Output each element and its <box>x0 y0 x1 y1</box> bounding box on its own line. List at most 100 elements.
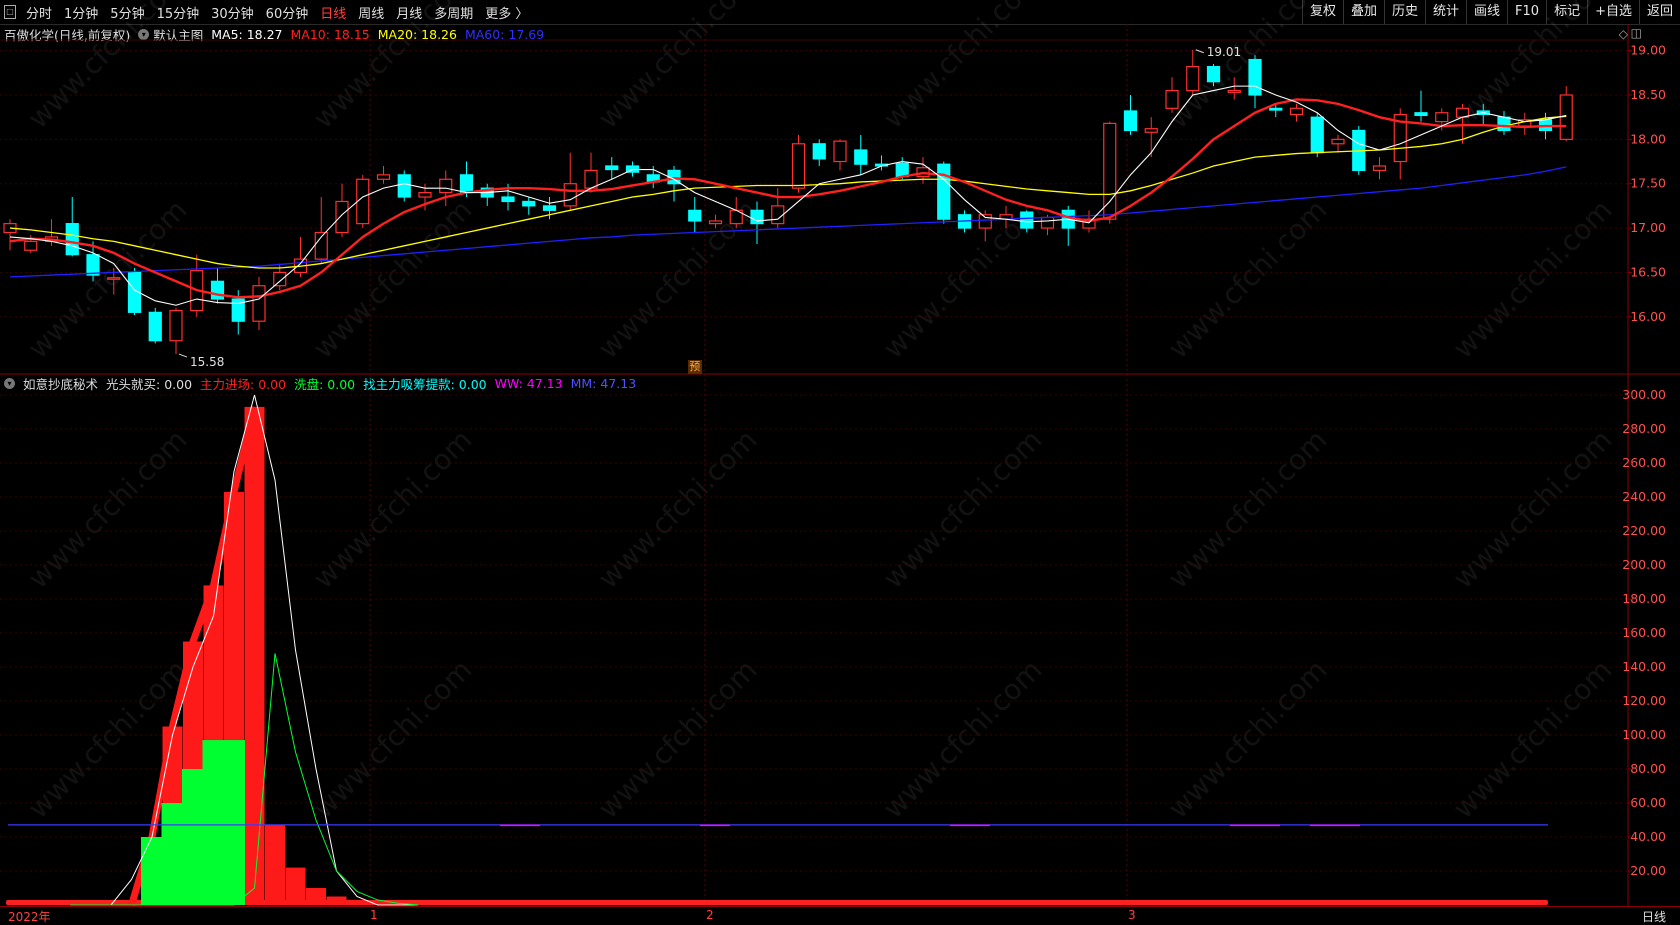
candle-body <box>1289 107 1304 116</box>
low-marker <box>178 353 188 358</box>
red-bar <box>306 888 326 905</box>
sub-tick-label: 20.00 <box>1630 863 1666 878</box>
candle-body <box>1186 66 1200 92</box>
green-bar <box>202 740 225 905</box>
sub-tick-label: 60.00 <box>1630 795 1666 810</box>
candle-body <box>1123 110 1138 132</box>
watermark-text: www.cfchi.com <box>877 653 1049 825</box>
candle-body <box>1372 165 1387 172</box>
candle-body <box>1331 138 1345 145</box>
watermark-text: www.cfchi.com <box>307 0 479 135</box>
red-bar <box>326 896 347 905</box>
watermark-text: www.cfchi.com <box>1162 193 1334 365</box>
red-bar <box>347 899 367 905</box>
watermark-text: www.cfchi.com <box>877 423 1049 595</box>
period-indicator[interactable]: 日线 <box>1642 908 1666 925</box>
candle-body <box>584 169 598 189</box>
candle-body <box>252 285 266 322</box>
axes-layer: 19.0018.5018.0017.5017.0016.5016.00300.0… <box>1622 43 1666 878</box>
candle-body <box>335 200 349 234</box>
price-tick-label: 18.00 <box>1630 131 1666 146</box>
candle-body <box>688 209 702 222</box>
watermark-text: www.cfchi.com <box>1447 653 1619 825</box>
watermark-text: www.cfchi.com <box>22 423 194 595</box>
watermark-text: www.cfchi.com <box>307 653 479 825</box>
watermark-text: www.cfchi.com <box>307 423 479 595</box>
candle-body <box>937 163 951 220</box>
candle-body <box>854 149 868 165</box>
red-bar <box>285 867 306 905</box>
candle-body <box>356 178 370 225</box>
candle-body <box>65 223 79 256</box>
price-tick-label: 17.00 <box>1630 220 1666 235</box>
candle-body <box>273 271 287 287</box>
candle-body <box>771 205 785 225</box>
candle-body <box>605 165 619 171</box>
candle-body <box>542 205 557 211</box>
candle-body <box>833 140 847 163</box>
candle-body <box>1414 112 1428 117</box>
high-label: 19.01 <box>1207 45 1241 59</box>
watermark-text: www.cfchi.com <box>1447 193 1619 365</box>
candle-body <box>1269 107 1283 111</box>
x-label-month: 2 <box>706 908 714 922</box>
green-bar <box>161 803 184 905</box>
candle-body <box>1310 116 1324 154</box>
watermark-text: www.cfchi.com <box>1447 423 1619 595</box>
candle-body <box>501 196 515 203</box>
watermark-text: www.cfchi.com <box>592 0 764 135</box>
price-tick-label: 16.50 <box>1630 264 1666 279</box>
sub-tick-label: 40.00 <box>1630 829 1666 844</box>
candle-body <box>107 277 121 280</box>
candle-body <box>1040 216 1055 229</box>
candle-body <box>563 183 577 207</box>
candle-body <box>210 280 225 300</box>
candle-body <box>418 191 432 198</box>
stock-chart[interactable]: www.cfchi.com www.cfchi.com www.cfchi.com w… <box>0 0 1680 923</box>
watermark-text: www.cfchi.com <box>592 423 764 595</box>
watermark-text: www.cfchi.com <box>22 0 194 135</box>
x-label-year: 2022年 <box>8 910 51 924</box>
price-tick-label: 17.50 <box>1630 176 1666 191</box>
watermark-text: www.cfchi.com <box>1162 423 1334 595</box>
candle-body <box>397 174 411 198</box>
watermark-text: www.cfchi.com <box>592 653 764 825</box>
candle-body <box>1248 58 1262 96</box>
sub-indicator-layer <box>6 394 1548 907</box>
candle-body <box>750 209 764 225</box>
candle-body <box>86 254 100 276</box>
candles-layer <box>3 49 1573 355</box>
low-label: 15.58 <box>190 355 224 369</box>
candle-body <box>1165 89 1179 109</box>
candle-body <box>376 174 391 180</box>
x-label-month: 3 <box>1128 908 1136 922</box>
time-axis-bar: 2022年 1 2 3 日线 <box>0 906 1680 924</box>
candle-body <box>895 162 909 178</box>
ma-lines-layer <box>9 85 1567 306</box>
candle-body <box>1020 211 1034 229</box>
ma60-line <box>9 166 1567 278</box>
watermark-text: www.cfchi.com <box>1162 653 1334 825</box>
candle-body <box>812 143 826 160</box>
forecast-badge[interactable]: 预 <box>687 360 702 374</box>
high-marker <box>1195 49 1204 54</box>
price-tick-label: 18.50 <box>1630 87 1666 102</box>
red-bar <box>265 825 285 905</box>
candle-body <box>169 309 183 342</box>
candle-body <box>148 311 162 342</box>
candle-body <box>1227 89 1241 93</box>
candle-body <box>522 200 536 207</box>
candle-body <box>1435 112 1449 123</box>
candle-body <box>439 178 453 194</box>
x-label-month: 1 <box>370 908 378 922</box>
red-bar <box>244 406 265 905</box>
candle-body <box>708 220 723 225</box>
candle-body <box>791 143 806 189</box>
candle-body <box>459 174 474 194</box>
price-tick-label: 16.00 <box>1630 309 1666 324</box>
sub-tick-label: 80.00 <box>1630 761 1666 776</box>
green-bar <box>141 837 163 905</box>
candle-body <box>1497 116 1511 132</box>
candle-body <box>24 240 38 251</box>
green-bar <box>182 769 204 905</box>
